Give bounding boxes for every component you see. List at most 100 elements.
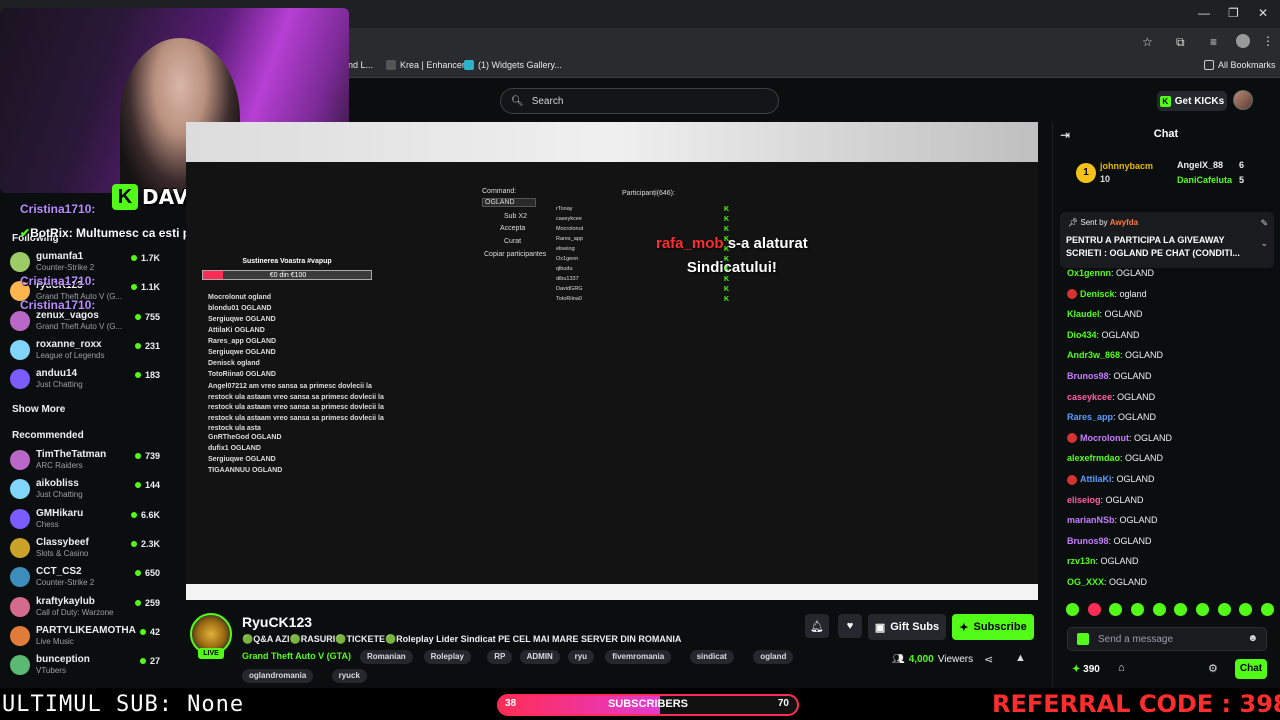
chat-username[interactable]: OG_XXX [1067, 577, 1104, 587]
video-chat-line: AttilaKi OGLAND [208, 327, 265, 334]
chevron-down-icon[interactable]: ⌄ [1260, 238, 1268, 249]
channel-name[interactable]: RyuCK123 [242, 614, 312, 630]
recommended-heading: Recommended [12, 430, 84, 441]
media-icon[interactable]: ≡ [1210, 35, 1217, 49]
chat-username[interactable]: AttilaKi [1080, 474, 1112, 484]
stream-tag[interactable]: oglandromania [242, 669, 314, 683]
emote-icon[interactable] [1174, 603, 1188, 616]
emote-icon[interactable] [1109, 603, 1123, 616]
emote-icon[interactable] [1239, 603, 1253, 616]
sidebar-channel-name: roxanne_roxx [36, 338, 102, 350]
star-icon[interactable]: ☆ [1142, 35, 1153, 49]
bookmark-item[interactable]: (1) Widgets Gallery... [464, 60, 562, 70]
stream-tag[interactable]: Romanian [360, 650, 413, 664]
channel-points[interactable]: ✦ 390 [1072, 664, 1100, 675]
gift-subs-button[interactable]: ▣ Gift Subs [868, 614, 946, 640]
bookmark-item[interactable]: Krea | Enhancer [386, 60, 465, 70]
video-browser-strip [186, 122, 1038, 162]
close-window-icon[interactable]: ✕ [1258, 6, 1268, 20]
report-icon[interactable]: ▲ [1015, 652, 1026, 664]
all-bookmarks[interactable]: All Bookmarks [1204, 60, 1276, 70]
stream-tag[interactable]: ogland [753, 650, 794, 664]
notification-bell-icon[interactable]: 🔔︎ [805, 614, 829, 638]
sidebar-channel-category: Chess [36, 519, 59, 529]
store-icon[interactable]: ⌂ [1118, 662, 1125, 674]
sidebar-channel-name: CCT_CS2 [36, 566, 82, 578]
chat-username[interactable]: Andr3w_868 [1067, 350, 1120, 360]
chat-username[interactable]: Denisck [1080, 289, 1115, 299]
chat-message: OG_XXX: OGLAND [1067, 577, 1148, 587]
chat-message-input[interactable]: Send a message ☻ [1067, 627, 1267, 651]
stream-tag[interactable]: Roleplay [423, 650, 471, 664]
viewer-count: 2.3K [130, 539, 160, 549]
get-kicks-button[interactable]: K Get KICKs [1157, 91, 1227, 111]
minimize-icon[interactable]: — [1198, 6, 1210, 20]
sidebar-item-timthetatman[interactable]: TimTheTatman ARC Raiders 739 [10, 448, 160, 474]
emote-icon[interactable] [1087, 603, 1101, 616]
stream-tag[interactable]: RP [487, 650, 513, 664]
video-chat-line: Rares_app OGLAND [208, 338, 277, 345]
sidebar-item-gmhikaru[interactable]: GMHikaru Chess 6.6K [10, 507, 160, 533]
chat-username[interactable]: Rares_app [1067, 412, 1113, 422]
sidebar-channel-category: Just Chatting [36, 380, 83, 390]
command-label: Command: [482, 188, 517, 195]
chat-username[interactable]: caseykcee [1067, 392, 1112, 402]
bookmark-item[interactable]: nd L... [348, 60, 373, 70]
sidebar-item-kraftykaylub[interactable]: kraftykaylub Call of Duty: Warzone 259 [10, 595, 160, 621]
stream-tag[interactable]: ADMIN [519, 650, 560, 664]
chat-username[interactable]: alexefrmdao [1067, 453, 1120, 463]
participant-entry: Ox1genn [556, 256, 579, 262]
emote-icon[interactable] [1217, 603, 1231, 616]
sidebar-item-partylikeamotha[interactable]: PARTYLIKEAMOTHA Live Music 42 [10, 624, 160, 650]
sidebar-item-cct-cs2[interactable]: CCT_CS2 Counter-Strike 2 650 [10, 565, 160, 591]
video-player[interactable]: Sustinerea Voastra #vapup €0 din €100 Co… [186, 122, 1038, 600]
leaderboard-name[interactable]: AngelX_88 [1177, 160, 1223, 170]
stream-tag[interactable]: sindicat [689, 650, 734, 664]
chat-username[interactable]: Brunos98 [1067, 536, 1109, 546]
follow-heart-icon[interactable]: ♥ [838, 614, 862, 638]
stream-tag[interactable]: ryuck [331, 669, 367, 683]
avatar[interactable] [1233, 90, 1253, 110]
maximize-icon[interactable]: ❐ [1228, 6, 1239, 20]
chat-username[interactable]: Brunos98 [1067, 371, 1109, 381]
emote-icon[interactable] [1260, 603, 1274, 616]
sidebar-channel-category: ARC Raiders [36, 461, 83, 470]
participants-title: Participanți(646): [622, 190, 675, 197]
chat-username[interactable]: Mocrolonut [1080, 433, 1129, 443]
profile-icon[interactable] [1236, 34, 1250, 48]
chat-username[interactable]: eliseiog [1067, 495, 1101, 505]
emote-icon[interactable] [1152, 603, 1166, 616]
chat-username[interactable]: Klaudel [1067, 309, 1100, 319]
sidebar-item-aikobliss[interactable]: aikobliss Just Chatting 144 [10, 477, 160, 503]
extensions-icon[interactable]: ⧉ [1176, 35, 1185, 50]
leaderboard-name[interactable]: DaniCafeluta [1177, 175, 1232, 185]
subscribe-button[interactable]: ✦ Subscribe [952, 614, 1034, 640]
settings-gear-icon[interactable]: ⚙ [1208, 662, 1218, 675]
chat-username[interactable]: marianNSb [1067, 515, 1115, 525]
leaderboard-name[interactable]: johnnybacm [1100, 161, 1153, 171]
send-chat-button[interactable]: Chat [1235, 659, 1267, 679]
search-input[interactable]: 🔍︎ Search [500, 88, 779, 114]
chat-username[interactable]: Dio434 [1067, 330, 1097, 340]
emote-icon[interactable] [1130, 603, 1144, 616]
sidebar-item-bunception[interactable]: bunception VTubers 27 [10, 653, 160, 679]
unpin-icon[interactable]: ✎ [1260, 218, 1268, 229]
show-more-link[interactable]: Show More [12, 404, 65, 415]
stream-category[interactable]: Grand Theft Auto V (GTA) [242, 651, 351, 661]
stream-tag[interactable]: fivemromania [605, 650, 672, 664]
live-dot-icon [139, 658, 146, 665]
emote-icon[interactable] [1195, 603, 1209, 616]
stream-tag[interactable]: ryu [567, 650, 595, 664]
chat-username[interactable]: Ox1gennn [1067, 268, 1111, 278]
sidebar-item-classybeef[interactable]: Classybeef Slots & Casino 2.3K [10, 536, 160, 562]
menu-icon[interactable]: ⋮ [1262, 34, 1274, 48]
sidebar-item-zenux-vagos[interactable]: zenux_vagos Grand Theft Auto V (G... 755 [10, 309, 160, 335]
sidebar-item-roxanne-roxx[interactable]: roxanne_roxx League of Legends 231 [10, 338, 160, 364]
chat-username[interactable]: rzv13n [1067, 556, 1096, 566]
share-icon[interactable]: ⋖ [984, 653, 993, 666]
sidebar-item-gumanfa1[interactable]: gumanfa1 Counter-Strike 2 1.7K [10, 250, 160, 276]
emoji-icon[interactable]: ☻ [1247, 633, 1258, 644]
viewer-count: 739 [134, 451, 160, 461]
sidebar-item-anduu14[interactable]: anduu14 Just Chatting 183 [10, 367, 160, 393]
emote-icon[interactable] [1066, 603, 1079, 616]
